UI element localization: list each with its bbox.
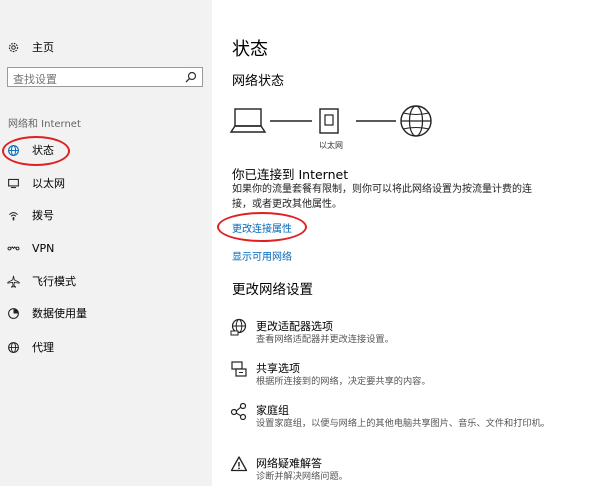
- gear-icon: [6, 40, 20, 54]
- globe-icon: [6, 340, 20, 354]
- sidebar-item-label: 拨号: [32, 209, 54, 222]
- sidebar-item-label: 主页: [32, 41, 54, 54]
- option-sharing[interactable]: 共享选项 根据所连接到的网络，决定要共享的内容。: [230, 360, 560, 394]
- sidebar-item-home[interactable]: 主页: [6, 36, 54, 58]
- ethernet-icon: [6, 176, 20, 190]
- option-subtitle: 查看网络适配器并更改连接设置。: [256, 334, 394, 345]
- search-box[interactable]: [7, 67, 203, 89]
- ethernet-port-icon: [319, 108, 339, 134]
- sharing-icon: [230, 360, 248, 378]
- network-diagram: [229, 105, 432, 137]
- option-subtitle: 诊断并解决网络问题。: [256, 471, 348, 482]
- annotation-circle: [2, 136, 70, 166]
- vpn-icon: [6, 241, 20, 255]
- warning-icon: [230, 455, 248, 473]
- homegroup-icon: [230, 402, 248, 421]
- search-icon[interactable]: [185, 71, 197, 83]
- sidebar-item-label: 以太网: [32, 177, 65, 190]
- change-network-settings-heading: 更改网络设置: [232, 282, 313, 298]
- option-adapter[interactable]: 更改适配器选项 查看网络适配器并更改连接设置。: [230, 318, 560, 352]
- dialup-icon: [6, 208, 20, 222]
- sidebar-item-proxy[interactable]: 代理: [6, 336, 54, 358]
- sidebar-item-ethernet[interactable]: 以太网: [6, 172, 65, 194]
- adapter-globe-icon: [230, 318, 248, 336]
- sidebar-item-data-usage[interactable]: 数据使用量: [6, 302, 87, 324]
- option-homegroup[interactable]: 家庭组 设置家庭组，以便与网络上的其他电脑共享图片、音乐、文件和打印机。: [230, 402, 560, 436]
- option-title: 共享选项: [256, 362, 300, 375]
- airplane-icon: [6, 274, 20, 288]
- search-input[interactable]: [8, 70, 183, 89]
- option-troubleshoot[interactable]: 网络疑难解答 诊断并解决网络问题。: [230, 455, 560, 489]
- option-subtitle: 根据所连接到的网络，决定要共享的内容。: [256, 376, 431, 387]
- data-usage-icon: [6, 306, 20, 320]
- page-title: 状态: [232, 39, 268, 60]
- sidebar-item-dialup[interactable]: 拨号: [6, 204, 54, 226]
- option-title: 更改适配器选项: [256, 320, 333, 333]
- network-status-heading: 网络状态: [232, 74, 285, 89]
- sidebar-item-label: VPN: [32, 241, 55, 255]
- sidebar-item-label: 数据使用量: [32, 307, 87, 320]
- sidebar-item-label: 代理: [32, 341, 54, 354]
- option-subtitle: 设置家庭组，以便与网络上的其他电脑共享图片、音乐、文件和打印机。: [256, 418, 550, 429]
- show-available-networks-link[interactable]: 显示可用网络: [232, 248, 292, 263]
- option-title: 网络疑难解答: [256, 457, 322, 470]
- connection-status-text: 你已连接到 Internet: [232, 167, 349, 182]
- section-title: 网络和 Internet: [8, 119, 81, 130]
- ethernet-label: 以太网: [319, 141, 343, 150]
- sidebar-item-airplane[interactable]: 飞行模式: [6, 270, 76, 292]
- sidebar: 主页 网络和 Internet 状态 以太网 拨号 VPN 飞行模式: [0, 0, 212, 486]
- computer-icon: [229, 108, 267, 133]
- connection-description: 如果你的流量套餐有限制，则你可以将此网络设置为按流量计费的连接，或者更改其他属性…: [232, 184, 532, 210]
- option-title: 家庭组: [256, 404, 289, 417]
- annotation-circle: [217, 212, 307, 242]
- sidebar-item-vpn[interactable]: VPN: [6, 237, 54, 259]
- sidebar-item-label: 飞行模式: [32, 275, 76, 288]
- internet-globe-icon: [400, 105, 432, 137]
